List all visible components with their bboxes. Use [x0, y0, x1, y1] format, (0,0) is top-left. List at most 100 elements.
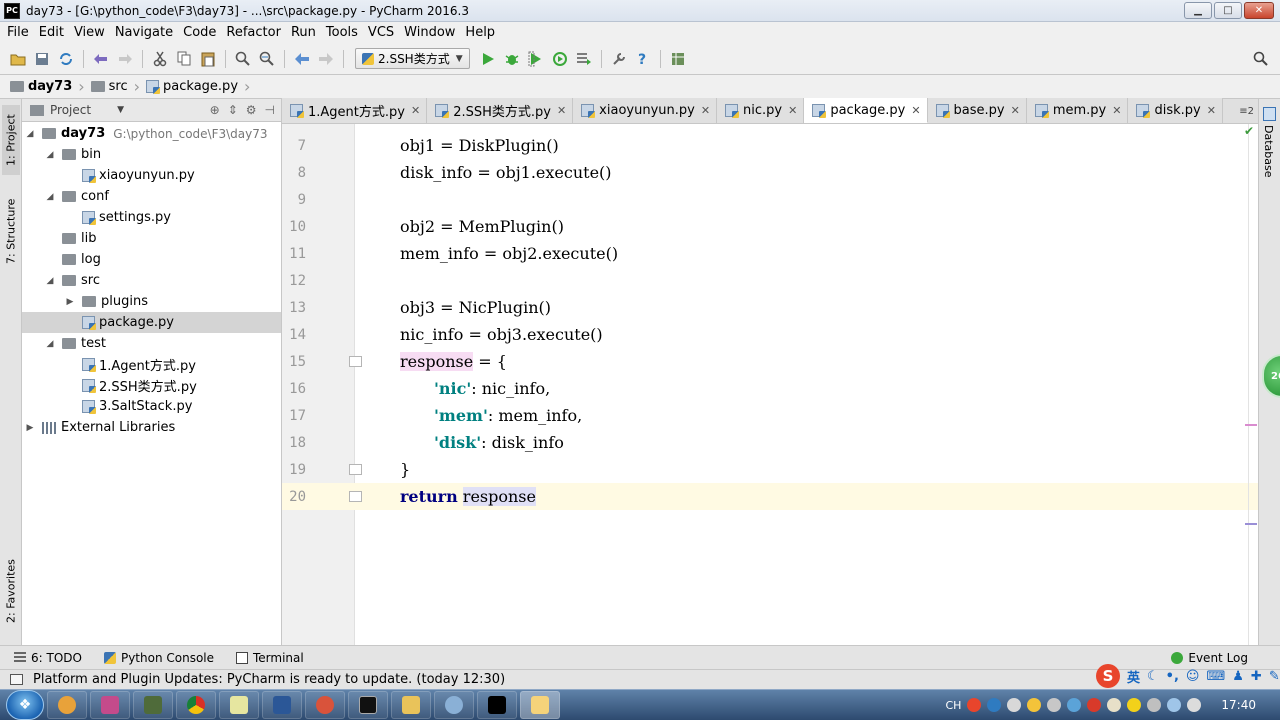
code-line-12[interactable]: 12 [282, 267, 1258, 294]
tab-favorites-tool[interactable]: 2: Favorites [2, 554, 20, 629]
chevron-down-icon[interactable]: ▼ [117, 105, 124, 115]
menu-window[interactable]: Window [399, 25, 460, 40]
taskbar-cmd[interactable] [348, 691, 388, 719]
undo-icon[interactable] [92, 50, 110, 68]
sync-icon[interactable] [57, 50, 75, 68]
tree-item-conf[interactable]: ◢ conf [22, 186, 281, 207]
find-icon[interactable] [234, 50, 252, 68]
fold-marker-icon[interactable] [349, 491, 362, 502]
help-icon[interactable]: ? [634, 50, 652, 68]
tray-icon[interactable] [1087, 698, 1102, 712]
taskbar-word[interactable] [262, 691, 302, 719]
close-icon[interactable]: ✕ [411, 104, 420, 117]
expand-arrow-icon[interactable]: ◢ [44, 339, 56, 349]
tab-project-tool[interactable]: 1: Project [2, 105, 20, 175]
tree-item-agent[interactable]: 1.Agent方式.py [22, 354, 281, 375]
fold-marker-icon[interactable] [349, 464, 362, 475]
status-message[interactable]: Platform and Plugin Updates: PyCharm is … [33, 672, 505, 687]
search-everywhere-icon[interactable] [1252, 50, 1270, 68]
debug-icon[interactable] [503, 50, 521, 68]
tree-item-lib[interactable]: lib [22, 228, 281, 249]
tree-item-package[interactable]: package.py [22, 312, 281, 333]
volume-icon[interactable] [1187, 698, 1202, 712]
tree-item-bin[interactable]: ◢ bin [22, 144, 281, 165]
tree-item-xiaoyunyun[interactable]: xiaoyunyun.py [22, 165, 281, 186]
tree-item-ssh[interactable]: 2.SSH类方式.py [22, 375, 281, 396]
menu-view[interactable]: View [69, 25, 110, 40]
taskbar-notepad[interactable] [219, 691, 259, 719]
cut-icon[interactable] [151, 50, 169, 68]
taskbar-app-7[interactable] [305, 691, 345, 719]
code-line-9[interactable]: 9 [282, 186, 1258, 213]
breadcrumb-item-src[interactable]: src › [90, 77, 146, 96]
collapsed-arrow-icon[interactable]: ▶ [64, 297, 76, 307]
menu-code[interactable]: Code [178, 25, 221, 40]
menu-navigate[interactable]: Navigate [110, 25, 178, 40]
error-stripe-marker[interactable] [1245, 424, 1257, 426]
tree-item-src[interactable]: ◢ src [22, 270, 281, 291]
help-tray-icon[interactable] [987, 698, 1002, 712]
start-button[interactable]: ❖ [6, 690, 44, 720]
run-icon[interactable] [479, 50, 497, 68]
close-icon[interactable]: ✕ [1011, 104, 1020, 117]
paste-icon[interactable] [199, 50, 217, 68]
copy-icon[interactable] [175, 50, 193, 68]
tree-item-external-libraries[interactable]: ▶ External Libraries [22, 417, 281, 438]
breadcrumb-item-day73[interactable]: day73 › [10, 77, 91, 96]
redo-icon[interactable] [116, 50, 134, 68]
user-icon[interactable]: ♟ [1232, 669, 1244, 684]
close-icon[interactable]: ✕ [701, 104, 710, 117]
wrench-icon[interactable]: ✎ [1269, 669, 1280, 684]
tab-package[interactable]: package.py ✕ [804, 98, 928, 123]
python-packages-icon[interactable] [669, 50, 687, 68]
expand-arrow-icon[interactable]: ◢ [44, 150, 56, 160]
run-to-cursor-icon[interactable] [575, 50, 593, 68]
todo-tool-button[interactable]: 6: TODO [14, 651, 82, 665]
gear-icon[interactable]: ⚙ [246, 103, 257, 117]
close-icon[interactable]: ✕ [1207, 104, 1216, 117]
menu-run[interactable]: Run [286, 25, 321, 40]
shirt-icon[interactable]: ✚ [1251, 669, 1262, 684]
breadcrumb-item-package[interactable]: package.py › [146, 77, 256, 96]
code-line-16[interactable]: 16 'nic': nic_info, [282, 375, 1258, 402]
tray-icon[interactable] [1067, 698, 1082, 712]
error-stripe-marker[interactable] [1245, 523, 1257, 525]
expand-arrow-icon[interactable]: ◢ [24, 129, 36, 139]
tree-item-test[interactable]: ◢ test [22, 333, 281, 354]
back-icon[interactable] [293, 50, 311, 68]
tray-icon[interactable] [1127, 698, 1142, 712]
terminal-button[interactable]: Terminal [236, 651, 304, 665]
sogou-tray-icon[interactable] [967, 698, 982, 712]
tree-item-root[interactable]: ◢ day73 G:\python_code\F3\day73 [22, 123, 281, 144]
tab-structure-tool[interactable]: 7: Structure [2, 191, 20, 271]
tray-language[interactable]: CH [945, 699, 961, 712]
tab-mem[interactable]: mem.py ✕ [1026, 98, 1129, 123]
punctuation-icon[interactable]: •, [1166, 669, 1179, 684]
menu-edit[interactable]: Edit [34, 25, 69, 40]
settings-wrench-icon[interactable] [610, 50, 628, 68]
tab-disk[interactable]: disk.py ✕ [1128, 98, 1223, 123]
tree-item-saltstack[interactable]: 3.SaltStack.py [22, 396, 281, 417]
code-editor[interactable]: 7 obj1 = DiskPlugin() 8 disk_info = obj1… [282, 124, 1258, 645]
close-icon[interactable]: ✕ [911, 104, 920, 117]
collapse-all-icon[interactable]: ⇕ [228, 103, 238, 117]
code-line-17[interactable]: 17 'mem': mem_info, [282, 402, 1258, 429]
ime-language[interactable]: 英 [1127, 667, 1140, 686]
code-line-8[interactable]: 8 disk_info = obj1.execute() [282, 159, 1258, 186]
taskbar-explorer[interactable] [391, 691, 431, 719]
clock[interactable]: 17:40 [1221, 698, 1256, 712]
tab-xiaoyunyun[interactable]: xiaoyunyun.py ✕ [573, 98, 718, 123]
tab-base[interactable]: base.py ✕ [927, 98, 1027, 123]
taskbar-app-1[interactable] [47, 691, 87, 719]
tree-item-plugins[interactable]: ▶ plugins [22, 291, 281, 312]
hide-icon[interactable]: ⊣ [265, 103, 275, 117]
tree-item-settings[interactable]: settings.py [22, 207, 281, 228]
menu-tools[interactable]: Tools [321, 25, 363, 40]
expand-arrow-icon[interactable]: ◢ [44, 276, 56, 286]
code-line-11[interactable]: 11 mem_info = obj2.execute() [282, 240, 1258, 267]
menu-vcs[interactable]: VCS [363, 25, 399, 40]
code-line-20[interactable]: 20 return response [282, 483, 1258, 510]
keyboard-icon[interactable]: ⌨ [1206, 669, 1225, 684]
code-line-15[interactable]: 15 response = { [282, 348, 1258, 375]
code-line-19[interactable]: 19 } [282, 456, 1258, 483]
